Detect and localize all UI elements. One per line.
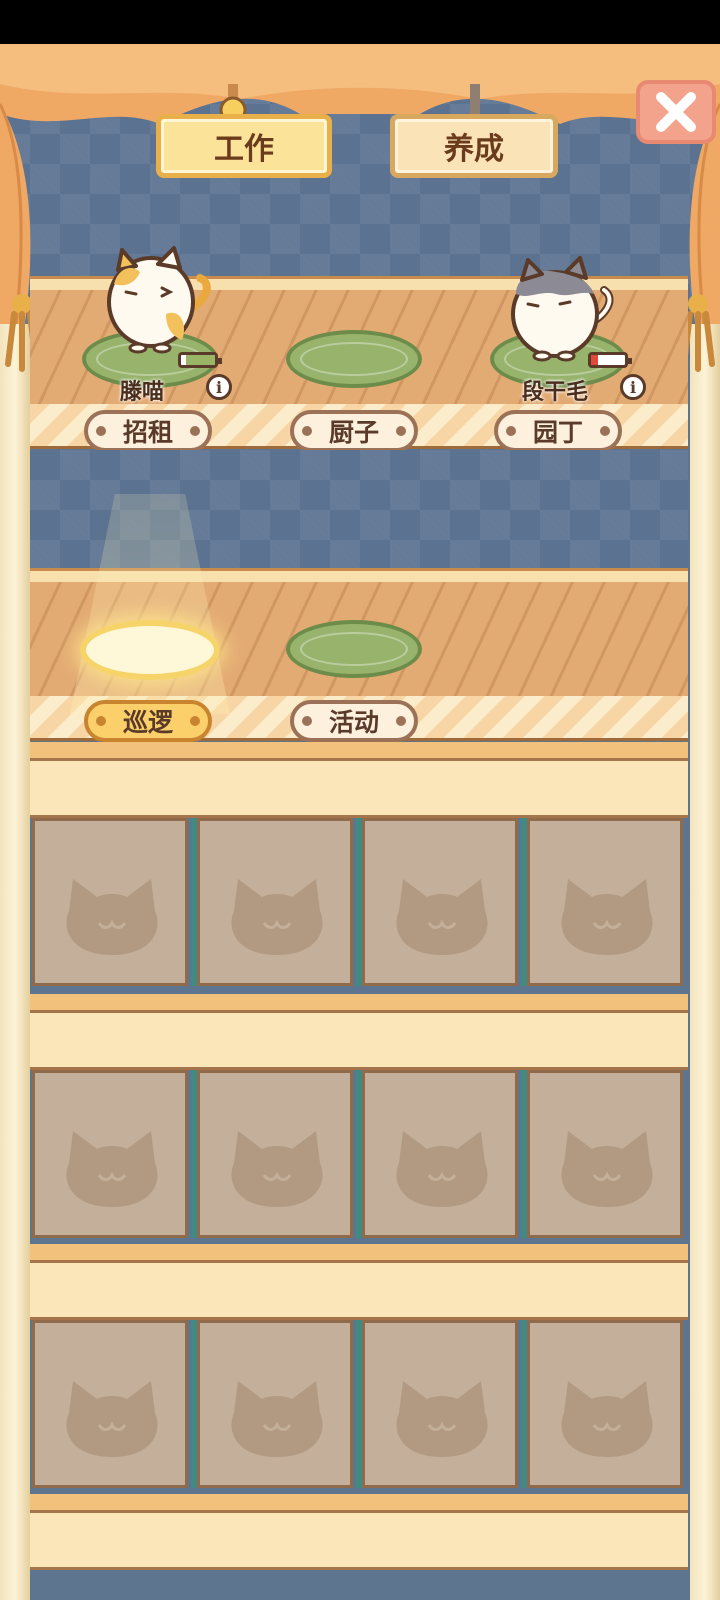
cat-slot-empty[interactable] (197, 1320, 353, 1488)
cat-slot-empty[interactable] (527, 818, 683, 986)
slot-divider (356, 1320, 362, 1488)
close-button[interactable] (636, 80, 716, 144)
cat-slot-empty[interactable] (32, 1070, 188, 1238)
cat-slot-empty[interactable] (362, 1320, 518, 1488)
tab-nurture[interactable]: 养成 (390, 114, 558, 178)
cat-slot-empty[interactable] (197, 1070, 353, 1238)
shelf-board (30, 1260, 688, 1320)
station-label-text: 活动 (328, 708, 379, 737)
station-label-text: 厨子 (328, 418, 379, 447)
station-label-text: 巡逻 (122, 708, 173, 737)
slot-divider (521, 1070, 527, 1238)
tab-work-label: 工作 (214, 132, 274, 167)
slot-divider (356, 1070, 362, 1238)
cat-silhouette-icon (387, 1373, 497, 1467)
label-right-dot (600, 426, 610, 436)
cat-slot-empty[interactable] (362, 818, 518, 986)
tab-nurture-label: 养成 (444, 132, 504, 167)
slot-divider (191, 1070, 197, 1238)
station-label-rent[interactable]: 招租 (84, 410, 212, 452)
station-label-activity[interactable]: 活动 (290, 700, 418, 742)
cat-silhouette-icon (57, 1373, 167, 1467)
battery-tengmiao (178, 352, 222, 368)
label-left-dot (96, 716, 106, 726)
cat-tengmiao[interactable] (96, 244, 216, 354)
battery-fill (186, 355, 215, 365)
cat-silhouette-icon (552, 1123, 662, 1217)
shelf-board (30, 1010, 688, 1070)
slot-divider (191, 1320, 197, 1488)
cat-silhouette-icon (57, 1123, 167, 1217)
cat-silhouette-icon (222, 871, 332, 965)
battery-fill (591, 355, 598, 365)
cat-slot-empty[interactable] (362, 1070, 518, 1238)
slot-divider (521, 1320, 527, 1488)
cat-slot-empty[interactable] (32, 1320, 188, 1488)
cat-name-tengmiao: 滕喵 (120, 380, 165, 405)
left-pillar (0, 324, 30, 1600)
cat-silhouette-icon (387, 1123, 497, 1217)
tab-work[interactable]: 工作 (156, 114, 332, 178)
mat-cook[interactable] (286, 330, 422, 388)
shelf-board (30, 1510, 688, 1570)
cat-silhouette-icon (57, 871, 167, 965)
shelf-board (30, 758, 688, 818)
info-icon[interactable]: i (206, 374, 232, 400)
cat-silhouette-icon (222, 1373, 332, 1467)
slot-divider (521, 818, 527, 986)
station-label-cook[interactable]: 厨子 (290, 410, 418, 452)
cat-name-duanganmao: 段干毛 (522, 380, 589, 405)
label-right-dot (190, 716, 200, 726)
info-icon[interactable]: i (620, 374, 646, 400)
cat-silhouette-icon (387, 871, 497, 965)
label-right-dot (190, 426, 200, 436)
cat-silhouette-icon (222, 1123, 332, 1217)
station-label-text: 园丁 (532, 418, 583, 447)
label-right-dot (396, 426, 406, 436)
cat-slot-empty[interactable] (527, 1320, 683, 1488)
mat-activity[interactable] (286, 620, 422, 678)
cat-slot-empty[interactable] (527, 1070, 683, 1238)
station-label-patrol[interactable]: 巡逻 (84, 700, 212, 742)
game-stage: 工作 养成 滕喵 i 段干毛 i 招租 厨子 园丁 巡逻 活动 (0, 44, 720, 1600)
cat-slot-empty[interactable] (197, 818, 353, 986)
cat-silhouette-icon (552, 1373, 662, 1467)
label-left-dot (506, 426, 516, 436)
label-left-dot (302, 426, 312, 436)
cat-slot-empty[interactable] (32, 818, 188, 986)
slot-divider (356, 818, 362, 986)
label-right-dot (396, 716, 406, 726)
slot-divider (191, 818, 197, 986)
cat-duanganmao[interactable] (500, 254, 620, 364)
right-pillar (690, 324, 720, 1600)
mat-patrol-highlight[interactable] (80, 620, 220, 680)
station-label-text: 招租 (122, 418, 173, 447)
label-left-dot (96, 426, 106, 436)
station-label-gardener[interactable]: 园丁 (494, 410, 622, 452)
cat-silhouette-icon (552, 871, 662, 965)
battery-duanganmao (588, 352, 632, 368)
label-left-dot (302, 716, 312, 726)
close-x-icon (656, 92, 696, 132)
